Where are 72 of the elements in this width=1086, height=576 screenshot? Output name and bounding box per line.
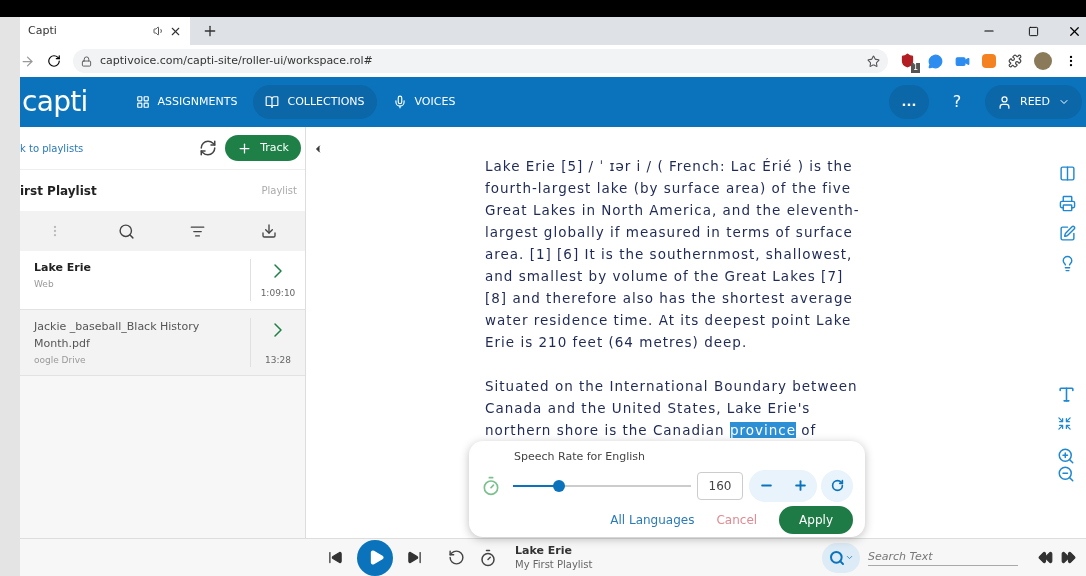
popup-title: Speech Rate for English (514, 449, 647, 465)
profile-avatar[interactable] (1034, 52, 1052, 70)
more-button[interactable]: ... (889, 85, 929, 119)
speaker-icon (153, 25, 165, 37)
apply-button[interactable]: Apply (779, 505, 853, 534)
nav-tab[interactable]: COLLECTIONS (253, 85, 377, 119)
zoom-out-icon[interactable] (1057, 465, 1075, 483)
columns-icon[interactable] (1059, 165, 1076, 182)
chevron-down-icon (844, 553, 854, 562)
capti-logo[interactable]: capti (22, 88, 88, 116)
help-button[interactable]: ? (937, 85, 977, 119)
reset-icon (830, 479, 844, 492)
new-tab-icon[interactable] (202, 23, 218, 39)
microphone-icon (392, 95, 407, 109)
document-paragraph: Situated on the International Boundary between Canada and the United States, Lake Erie's northern shore is the Canadian province of (485, 377, 859, 440)
reset-button[interactable] (821, 469, 853, 502)
puzzle-icon[interactable] (1008, 54, 1022, 68)
tab-title: Capti (28, 22, 58, 39)
sort-icon[interactable] (190, 223, 206, 239)
search-dropdown-button[interactable] (822, 542, 860, 573)
add-track-button[interactable]: Track (225, 135, 301, 161)
all-languages-link[interactable]: All Languages (610, 510, 695, 529)
previous-icon[interactable] (328, 550, 343, 565)
rate-slider-thumb[interactable] (553, 479, 566, 492)
shrink-icon[interactable] (1057, 416, 1072, 431)
user-menu-button[interactable]: REED (985, 85, 1082, 119)
track-source: oogle Drive (34, 353, 87, 367)
url-text: captivoice.com/capti-site/roller-ui/workspace.rol# (100, 52, 374, 69)
search-icon[interactable] (117, 222, 135, 240)
reload-icon[interactable] (47, 54, 61, 68)
nav-tab[interactable]: VOICES (380, 85, 468, 119)
now-playing-playlist: My First Playlist (515, 557, 593, 572)
user-icon (997, 94, 1012, 110)
chat-extension-icon[interactable] (928, 53, 943, 69)
track-source: Web (34, 278, 55, 291)
restore-icon[interactable] (1028, 25, 1039, 37)
text-icon[interactable] (1057, 385, 1076, 404)
browser-tab[interactable]: Capti (20, 17, 190, 45)
document-paragraph: Lake Erie [5] / ˈ ɪər i / ( French: Lac Érié ) is the fourth-largest lake (by surface area) of the five Great Lakes in North America, and the eleventh-largest globally if measured in terms of surface area. [1] [6] It is the southernmost, shallowest, and smallest by volume of the Great Lakes [7] [8] and therefore also has the shortest average water residence time. At its deepest point Lake Erie is 210 feet (64 metres) deep. (485, 157, 861, 352)
forward-icon[interactable] (20, 53, 35, 69)
track-title: Lake Erie (34, 260, 92, 276)
track-duration: 13:28 (265, 353, 291, 367)
address-bar[interactable]: captivoice.com/capti-site/roller-ui/workspace.rol# (73, 49, 888, 73)
lock-icon (81, 55, 92, 67)
playlist-title: irst Playlist (20, 182, 97, 200)
play-button[interactable] (357, 539, 393, 576)
rewind-icon[interactable] (1038, 550, 1053, 565)
plus-icon (237, 140, 253, 156)
book-icon (265, 95, 280, 109)
track-item[interactable]: Jackie _baseball_Black History Month.pdf oogle Drive 13:28 (20, 309, 305, 376)
zoom-in-icon[interactable] (1057, 447, 1075, 465)
star-icon[interactable] (867, 54, 880, 68)
extension-badge: 1 (910, 63, 920, 73)
back-to-playlists-link[interactable]: k to playlists (20, 140, 200, 156)
next-icon[interactable] (407, 550, 422, 565)
grid-icon (135, 95, 150, 109)
playlist-label: Playlist (261, 184, 297, 198)
increase-icon[interactable] (792, 478, 808, 493)
replay-icon[interactable] (448, 549, 465, 566)
search-icon (828, 549, 845, 566)
fast-forward-icon[interactable] (1061, 550, 1076, 565)
track-item[interactable]: Lake Erie Web 1:09:10 (20, 251, 305, 310)
rate-value-field[interactable]: 160 (697, 471, 743, 500)
edit-icon[interactable] (1059, 225, 1076, 242)
search-text-field[interactable]: Search Text (868, 548, 1018, 567)
download-icon[interactable] (261, 223, 278, 239)
nav-tab[interactable]: ASSIGNMENTS (123, 85, 250, 119)
track-title: Jackie _baseball_Black History Month.pdf (34, 318, 201, 352)
refresh-icon[interactable] (199, 139, 218, 157)
now-playing-title: Lake Erie (515, 543, 573, 558)
print-icon[interactable] (1059, 195, 1076, 212)
track-duration: 1:09:10 (260, 287, 296, 300)
